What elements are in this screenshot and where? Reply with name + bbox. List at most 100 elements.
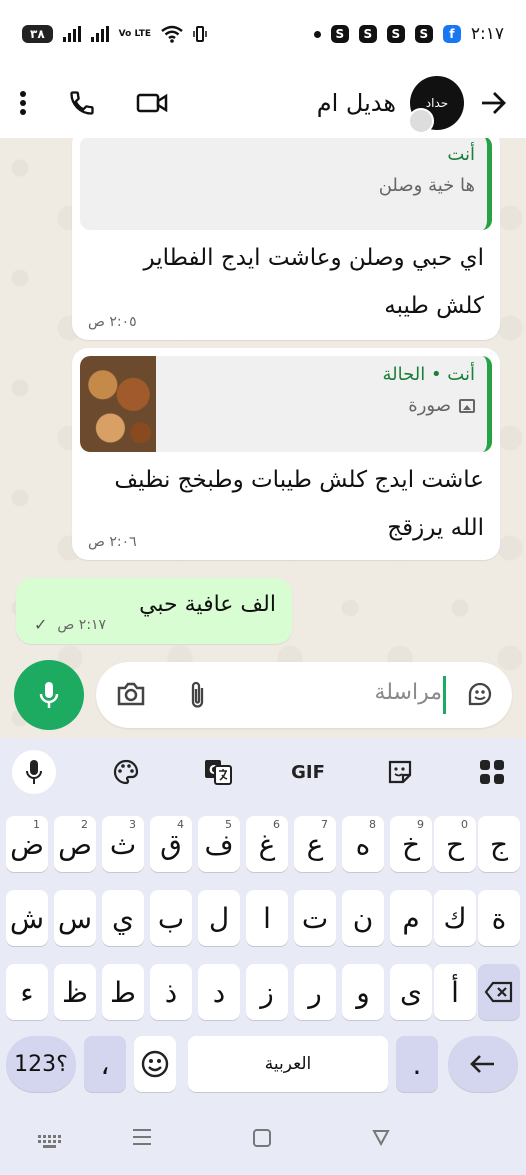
backspace-key[interactable] — [478, 964, 520, 1020]
phone-icon[interactable] — [68, 89, 96, 117]
avatar[interactable]: حداد — [408, 76, 464, 134]
message-bubble-outgoing[interactable]: الف عافية حبي ✓ ٢:١٧ ص — [16, 578, 292, 644]
key[interactable]: ر — [294, 964, 336, 1020]
key[interactable]: س — [54, 890, 96, 946]
key[interactable]: ء — [6, 964, 48, 1020]
key-number: 7 — [321, 818, 328, 831]
back-icon[interactable] — [372, 1128, 390, 1150]
message-input[interactable]: مراسلة — [96, 662, 512, 728]
key-label: ض — [10, 827, 44, 861]
palette-icon[interactable] — [104, 750, 148, 794]
comma-key[interactable]: ، — [84, 1036, 126, 1092]
signal-icon-2 — [90, 26, 109, 42]
key[interactable]: ش — [6, 890, 48, 946]
key-number: 2 — [81, 818, 88, 831]
key[interactable]: ح0 — [434, 816, 476, 872]
key[interactable]: ذ — [150, 964, 192, 1020]
notification-s-icon: S — [414, 25, 433, 43]
key[interactable]: ف5 — [198, 816, 240, 872]
composer: مراسلة — [0, 652, 526, 736]
key[interactable]: ه8 — [342, 816, 384, 872]
notification-s-icon: S — [330, 25, 349, 43]
backspace-icon — [484, 981, 513, 1003]
key[interactable]: ا — [246, 890, 288, 946]
space-key[interactable]: العربية — [188, 1036, 388, 1092]
camera-icon[interactable] — [116, 680, 146, 712]
attach-icon[interactable] — [188, 680, 208, 714]
more-vert-icon[interactable] — [18, 90, 28, 116]
period-key[interactable]: . — [396, 1036, 438, 1092]
message-line: اي حبي وصلن وعاشت ايدج الفطاير — [143, 245, 484, 271]
key[interactable]: ق4 — [150, 816, 192, 872]
message-time: ٢:٠٥ ص — [88, 314, 137, 330]
key[interactable]: خ9 — [390, 816, 432, 872]
key-label: ص — [58, 827, 92, 861]
key[interactable]: ن — [342, 890, 384, 946]
video-call-icon[interactable] — [136, 91, 168, 115]
enter-arrow-icon — [470, 1055, 494, 1073]
key[interactable]: ج — [478, 816, 520, 872]
key-number: 8 — [369, 818, 376, 831]
key[interactable]: ز — [246, 964, 288, 1020]
quoted-message[interactable]: أنت ها خية وصلن — [80, 138, 492, 230]
key-label: غ — [258, 827, 276, 861]
key[interactable]: أ — [434, 964, 476, 1020]
system-nav-bar — [0, 1100, 526, 1175]
status-ring-icon — [408, 108, 434, 134]
recents-icon[interactable] — [132, 1128, 152, 1150]
key[interactable]: ي — [102, 890, 144, 946]
facebook-icon: f — [442, 25, 461, 43]
key-label: ف — [204, 827, 234, 861]
key[interactable]: ط — [102, 964, 144, 1020]
quote-author: أنت — [447, 144, 475, 165]
key[interactable]: و — [342, 964, 384, 1020]
key-number: 6 — [273, 818, 280, 831]
symbols-key[interactable]: ؟123 — [6, 1036, 76, 1092]
message-meta: ✓ ٢:١٧ ص — [34, 615, 106, 634]
key-label: ع — [306, 827, 324, 861]
key[interactable]: ت — [294, 890, 336, 946]
emoji-key[interactable] — [134, 1036, 176, 1092]
mic-icon[interactable] — [12, 750, 56, 794]
translate-icon[interactable]: G — [196, 750, 240, 794]
voice-record-button[interactable] — [14, 660, 84, 730]
vibrate-icon — [193, 26, 207, 42]
contact-info[interactable]: هديل ام حداد — [317, 76, 464, 134]
key[interactable]: ث3 — [102, 816, 144, 872]
message-line: الله يرزقج — [387, 515, 484, 541]
key[interactable]: ع7 — [294, 816, 336, 872]
grid-icon[interactable] — [470, 750, 514, 794]
key[interactable]: ص2 — [54, 816, 96, 872]
sticker-icon[interactable] — [378, 750, 422, 794]
key[interactable]: ب — [150, 890, 192, 946]
message-line: كلش طيبه — [384, 293, 484, 319]
key[interactable]: ض1 — [6, 816, 48, 872]
message-bubble-incoming[interactable]: أنت ها خية وصلن اي حبي وصلن وعاشت ايدج ا… — [72, 138, 500, 340]
key[interactable]: د — [198, 964, 240, 1020]
key[interactable]: ك — [434, 890, 476, 946]
back-arrow-icon[interactable] — [480, 91, 508, 115]
key[interactable]: ل — [198, 890, 240, 946]
quote-text: ها خية وصلن — [378, 175, 475, 196]
key[interactable]: م — [390, 890, 432, 946]
key[interactable]: ظ — [54, 964, 96, 1020]
sticker-icon[interactable] — [466, 680, 494, 712]
notification-dot — [313, 30, 321, 38]
keyboard-switch-icon[interactable] — [38, 1134, 62, 1153]
contact-name[interactable]: هديل ام — [317, 89, 396, 117]
key-label: ث — [109, 827, 137, 861]
enter-key[interactable] — [448, 1036, 518, 1092]
key[interactable]: غ6 — [246, 816, 288, 872]
avatar-text: حداد — [425, 96, 449, 110]
key[interactable]: ة — [478, 890, 520, 946]
chat-area[interactable]: أنت ها خية وصلن اي حبي وصلن وعاشت ايدج ا… — [0, 138, 526, 738]
quoted-status[interactable]: أنت • الحالة صورة — [80, 356, 492, 452]
home-icon[interactable] — [252, 1128, 272, 1152]
key[interactable]: ى — [390, 964, 432, 1020]
input-placeholder: مراسلة — [374, 680, 442, 705]
key-number: 0 — [461, 818, 468, 831]
image-icon — [459, 398, 475, 413]
message-bubble-incoming[interactable]: أنت • الحالة صورة عاشت ايدج كلش طيبات وط… — [72, 348, 500, 560]
gif-button[interactable]: GIF — [286, 750, 330, 794]
header-actions — [18, 89, 168, 117]
